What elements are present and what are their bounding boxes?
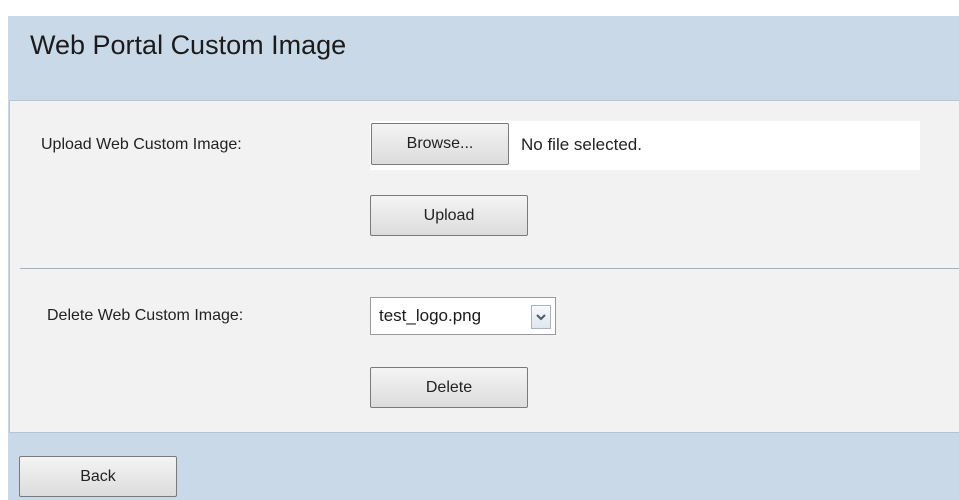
chevron-down-icon-glyph bbox=[536, 313, 546, 320]
image-select[interactable]: test_logo.png bbox=[370, 297, 556, 335]
upload-image-label: Upload Web Custom Image: bbox=[41, 136, 242, 153]
section-divider bbox=[20, 268, 959, 269]
file-status-text: No file selected. bbox=[521, 135, 642, 154]
page: Web Portal Custom Image Upload Web Custo… bbox=[0, 0, 959, 500]
delete-image-label: Delete Web Custom Image: bbox=[47, 307, 244, 324]
chevron-down-icon[interactable] bbox=[531, 305, 551, 329]
image-select-value: test_logo.png bbox=[379, 306, 482, 325]
page-title: Web Portal Custom Image bbox=[30, 30, 347, 60]
delete-button[interactable]: Delete bbox=[370, 367, 528, 408]
upload-button[interactable]: Upload bbox=[370, 195, 528, 236]
back-button[interactable]: Back bbox=[19, 456, 177, 497]
browse-button[interactable]: Browse... bbox=[371, 123, 509, 165]
